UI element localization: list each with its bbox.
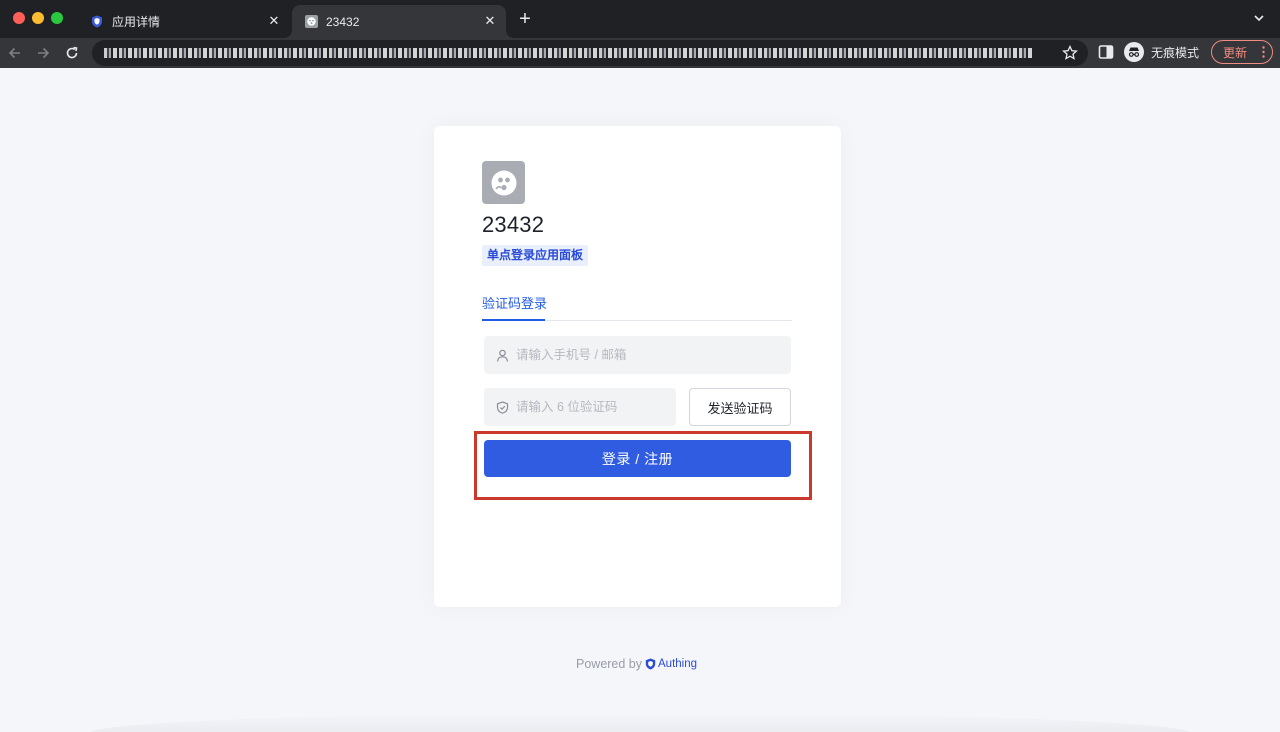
app-face-icon	[304, 15, 318, 29]
send-code-button[interactable]: 发送验证码	[689, 388, 791, 426]
login-card: 23432 单点登录应用面板 验证码登录 发送验证码 登录 / 注册	[434, 126, 841, 607]
page-background: 23432 单点登录应用面板 验证码登录 发送验证码 登录 / 注册 Power…	[0, 68, 1280, 732]
browser-tab-active[interactable]: 23432 ✕	[284, 5, 514, 38]
reload-icon[interactable]	[61, 42, 83, 64]
browser-tab-app-details[interactable]: 应用详情 ✕	[80, 5, 290, 38]
tab-title: 23432	[326, 14, 360, 29]
side-panel-icon[interactable]	[1098, 44, 1114, 60]
more-vert-icon	[1262, 46, 1265, 58]
chevron-down-icon[interactable]	[1252, 11, 1266, 25]
browser-tab-strip: 应用详情 ✕ 23432 ✕ +	[0, 0, 1280, 38]
forward-icon[interactable]	[32, 42, 54, 64]
authing-logo-icon	[645, 658, 656, 670]
close-tab-icon[interactable]: ✕	[266, 13, 282, 29]
powered-by-text: Powered by	[576, 657, 643, 671]
app-name: 23432	[482, 212, 545, 237]
incognito-icon	[1124, 42, 1144, 62]
update-label: 更新	[1223, 45, 1248, 60]
user-icon	[496, 348, 509, 362]
close-tab-icon[interactable]: ✕	[482, 13, 498, 29]
window-bottom-shadow	[90, 713, 1190, 732]
verification-code-field[interactable]	[484, 388, 676, 426]
authing-brand-text: Authing	[658, 658, 698, 670]
update-button[interactable]: 更新	[1211, 40, 1273, 64]
tab-active-indicator	[482, 319, 545, 321]
address-bar[interactable]	[92, 40, 1088, 66]
tab-code-login[interactable]: 验证码登录	[482, 293, 547, 312]
back-icon[interactable]	[4, 42, 26, 64]
app-tag: 单点登录应用面板	[482, 245, 589, 266]
incognito-label: 无痕模式	[1151, 45, 1200, 60]
phone-email-field[interactable]	[484, 336, 791, 374]
shield-icon	[90, 15, 104, 29]
bookmark-star-icon[interactable]	[1062, 45, 1078, 61]
face-icon	[491, 170, 516, 195]
url-text-redacted	[104, 48, 1032, 58]
window-close-button[interactable]	[13, 12, 25, 24]
browser-toolbar	[0, 38, 1280, 68]
incognito-indicator[interactable]: 无痕模式	[1124, 40, 1199, 64]
app-logo	[482, 161, 525, 204]
shield-check-icon	[496, 400, 509, 414]
annotation-highlight-box	[474, 431, 812, 500]
authing-brand-link[interactable]: Authing	[645, 658, 697, 670]
phone-email-input[interactable]	[516, 348, 791, 362]
window-zoom-button[interactable]	[51, 12, 63, 24]
login-method-tabs: 验证码登录	[482, 293, 792, 321]
powered-by-footer: Powered by Authing	[576, 657, 697, 671]
verification-code-input[interactable]	[516, 400, 676, 414]
tab-title: 应用详情	[112, 15, 161, 29]
window-minimize-button[interactable]	[32, 12, 44, 24]
new-tab-button[interactable]: +	[514, 9, 536, 31]
